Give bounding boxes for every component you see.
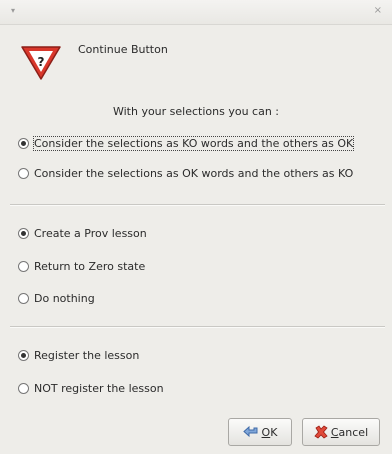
radio-button[interactable] xyxy=(18,261,29,272)
radio-button[interactable] xyxy=(18,383,29,394)
svg-text:?: ? xyxy=(38,55,45,69)
cancel-button[interactable]: Cancel xyxy=(302,418,380,446)
radio-button[interactable] xyxy=(18,168,29,179)
close-icon[interactable]: × xyxy=(374,5,382,16)
radio-ko-words[interactable]: Consider the selections as KO words and … xyxy=(18,135,355,153)
cancel-x-icon xyxy=(314,425,328,439)
radio-label: Register the lesson xyxy=(34,349,140,362)
window-menu-icon[interactable]: ▾ xyxy=(11,6,15,15)
separator xyxy=(10,326,385,328)
radio-do-nothing[interactable]: Do nothing xyxy=(18,290,95,308)
radio-label: Consider the selections as OK words and … xyxy=(34,167,354,180)
ok-button[interactable]: OK xyxy=(228,418,292,446)
cancel-label: Cancel xyxy=(330,425,369,439)
separator xyxy=(10,204,385,206)
radio-button[interactable] xyxy=(18,350,29,361)
title-bar: ▾ × xyxy=(0,0,392,25)
radio-label: Consider the selections as KO words and … xyxy=(32,136,355,151)
radio-label: Do nothing xyxy=(34,292,95,305)
radio-button[interactable] xyxy=(18,228,29,239)
radio-create-prov-lesson[interactable]: Create a Prov lesson xyxy=(18,225,147,243)
ok-arrow-icon xyxy=(242,425,258,438)
radio-label: Create a Prov lesson xyxy=(34,227,147,240)
radio-ok-words[interactable]: Consider the selections as OK words and … xyxy=(18,165,353,183)
radio-register-lesson[interactable]: Register the lesson xyxy=(18,347,139,365)
dialog-title: Continue Button xyxy=(78,43,168,56)
radio-button[interactable] xyxy=(18,138,29,149)
radio-label: Return to Zero state xyxy=(34,260,146,273)
radio-label: NOT register the lesson xyxy=(34,382,164,395)
intro-text: With your selections you can : xyxy=(112,105,280,118)
radio-return-zero-state[interactable]: Return to Zero state xyxy=(18,258,145,276)
radio-not-register-lesson[interactable]: NOT register the lesson xyxy=(18,380,164,398)
warning-question-icon: ? xyxy=(21,46,61,80)
radio-button[interactable] xyxy=(18,293,29,304)
ok-label: OK xyxy=(261,425,278,439)
